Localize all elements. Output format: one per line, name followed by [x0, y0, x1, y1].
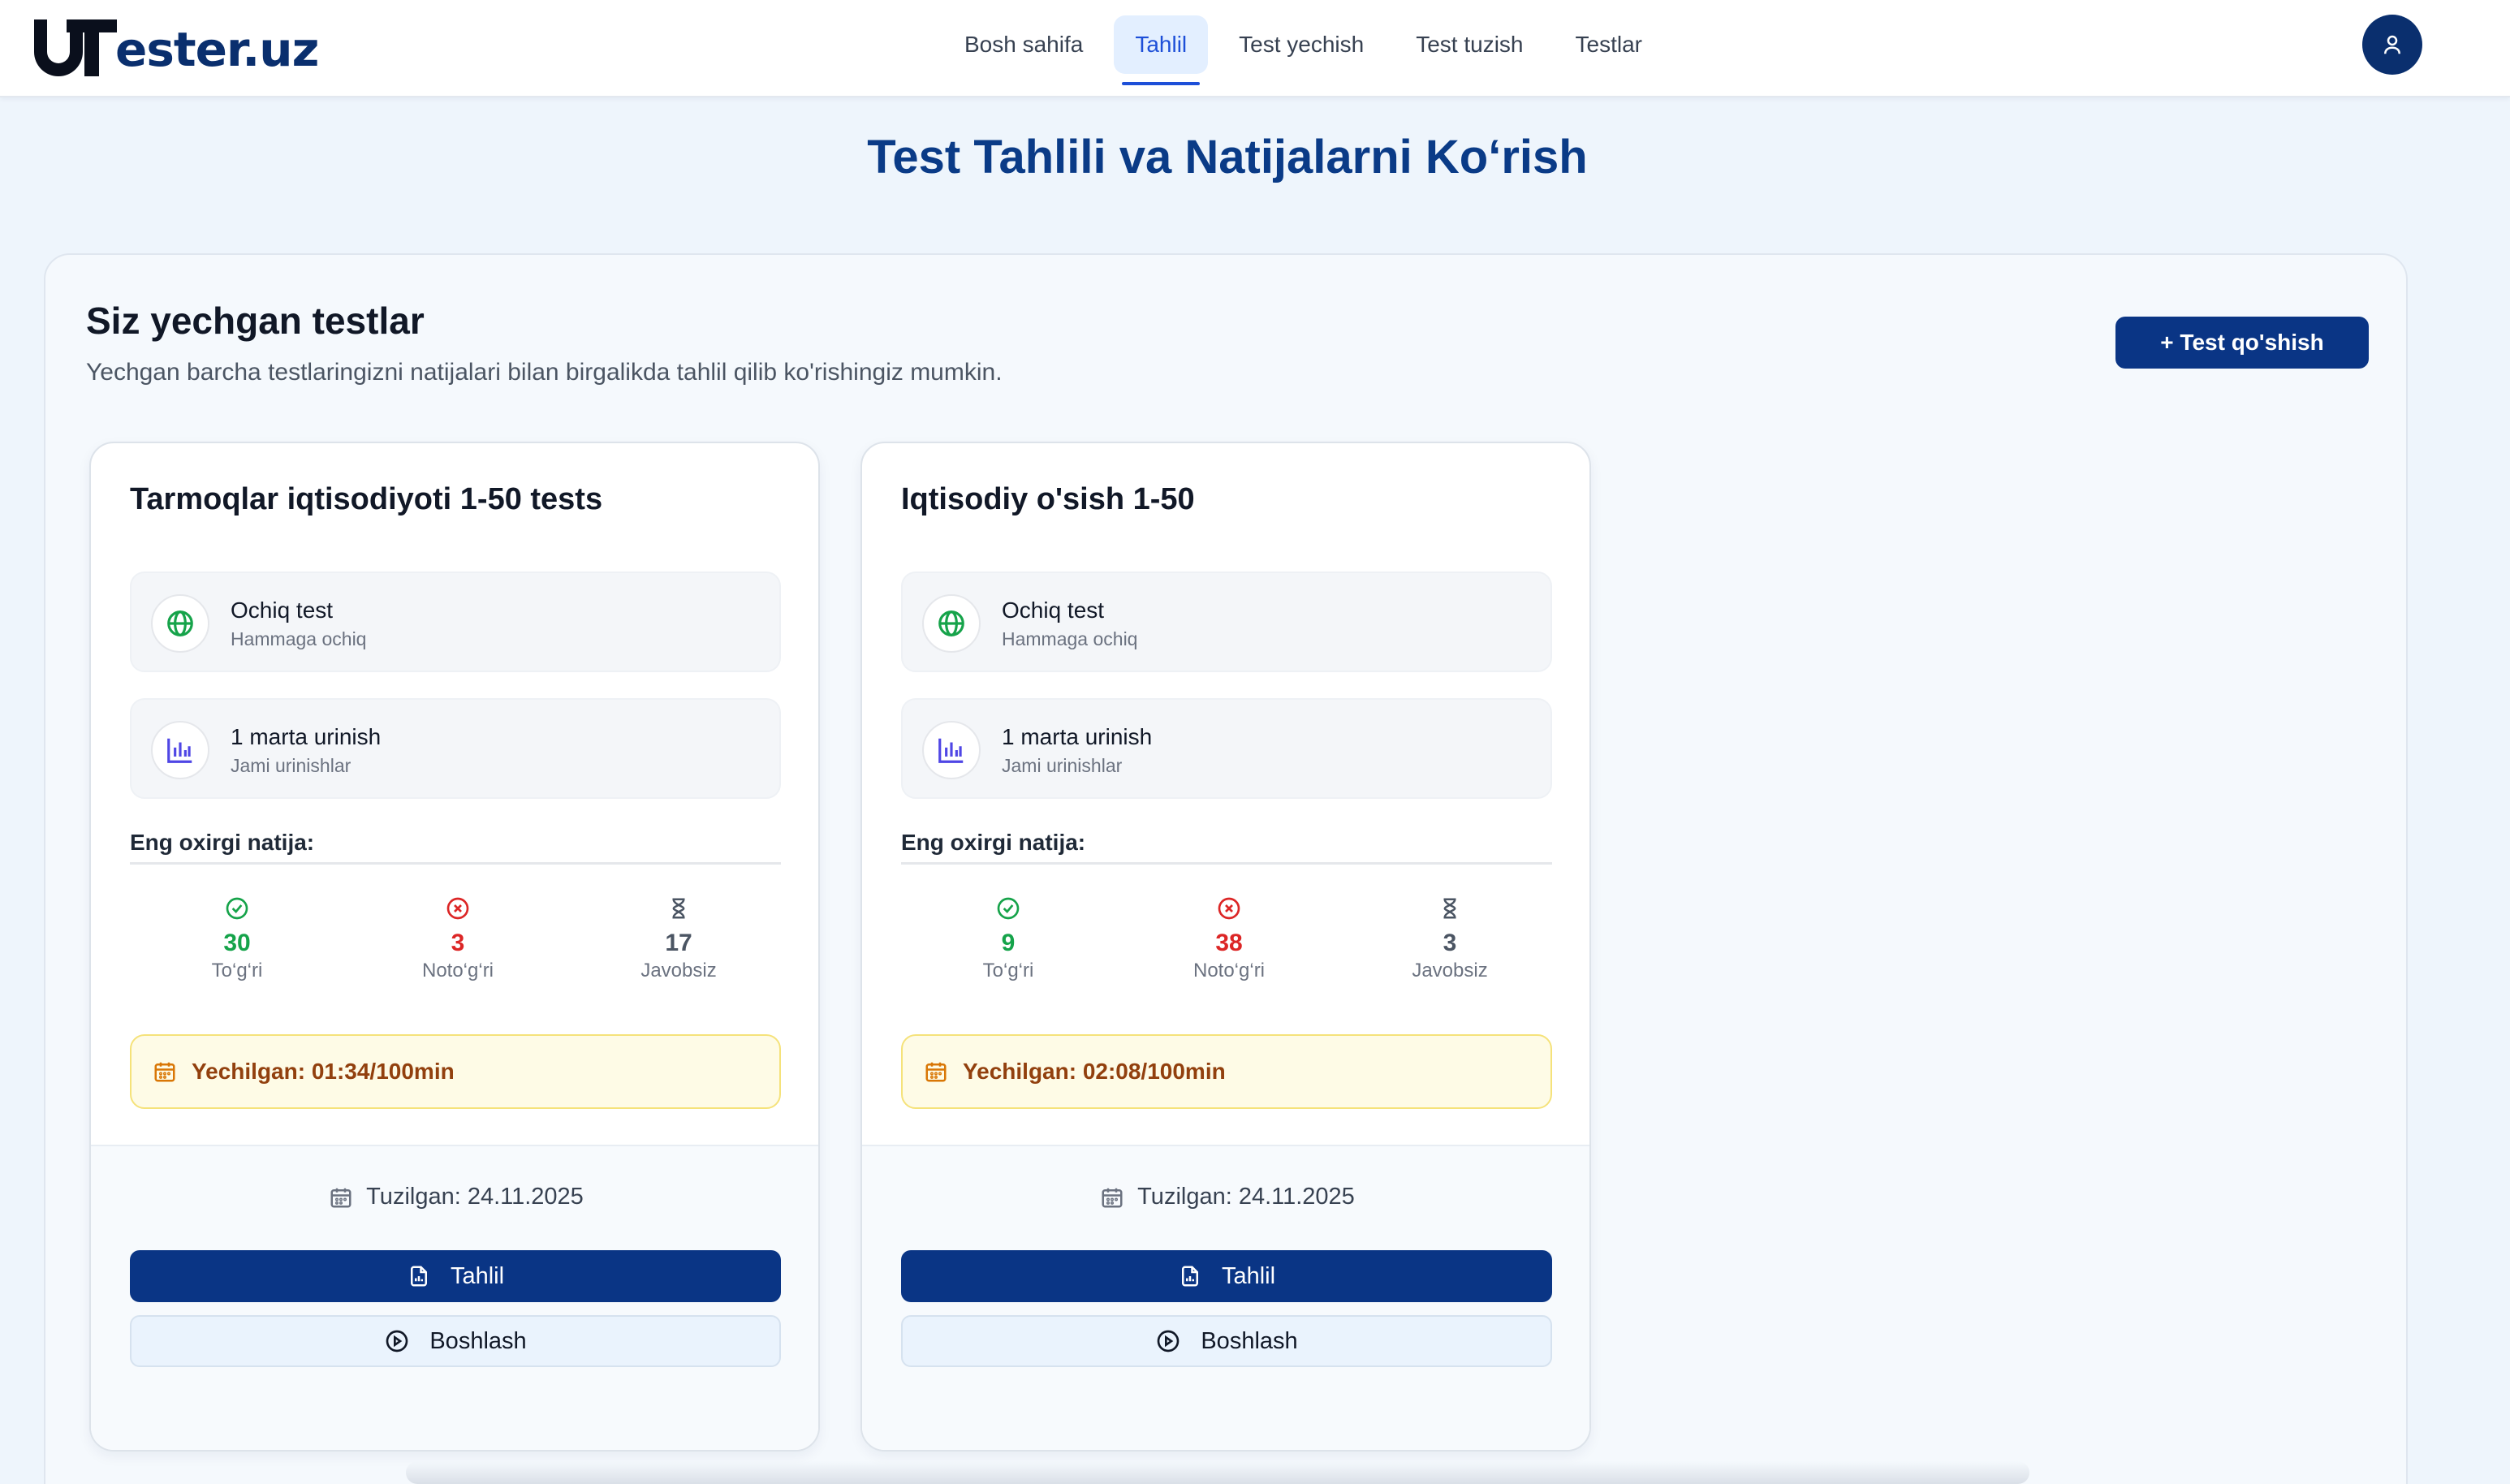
created-date-text: Tuzilgan: 24.11.2025 [366, 1184, 584, 1210]
file-chart-icon [410, 1266, 427, 1287]
analyze-button-label: Tahlil [1221, 1262, 1276, 1289]
wrong-count: 38 [1215, 930, 1243, 956]
wrong-count: 3 [451, 930, 465, 956]
test-card-title: Tarmoqlar iqtisodiyoti 1-50 tests [130, 482, 603, 516]
scroll-shadow [406, 1461, 2029, 1484]
access-sub: Hammaga ochiq [1002, 628, 1138, 649]
section-subtitle: Yechgan barcha testlaringizni natijalari… [86, 359, 1003, 386]
start-button[interactable]: Boshlash [901, 1315, 1552, 1367]
calendar-icon [154, 1062, 175, 1082]
play-circle-icon [386, 1330, 408, 1352]
access-info: Ochiq test Hammaga ochiq [130, 572, 781, 672]
solved-time-text: Yechilgan: 02:08/100min [963, 1059, 1226, 1084]
last-result-label: Eng oxirgi natija: [130, 830, 315, 855]
section-title: Siz yechgan testlar [86, 300, 425, 342]
card-footer: Tuzilgan: 24.11.2025 Tahlil Boshlash [91, 1145, 818, 1450]
attempts-main: 1 marta urinish [1002, 724, 1153, 749]
nav-item-tahlil[interactable]: Tahlil [1114, 15, 1209, 85]
start-button[interactable]: Boshlash [130, 1315, 781, 1367]
unanswered-stat: 3 Javobsiz [1361, 893, 1539, 982]
created-date-text: Tuzilgan: 24.11.2025 [1137, 1184, 1355, 1210]
nav-item-test-tuzish[interactable]: Test tuzish [1395, 15, 1544, 74]
wrong-label: Noto‘g‘ri [421, 960, 494, 981]
unanswered-count: 17 [665, 930, 692, 956]
x-circle-icon [1218, 897, 1240, 920]
logo-mark-icon [34, 19, 117, 76]
start-button-label: Boshlash [1201, 1327, 1298, 1354]
last-result-label: Eng oxirgi natija: [901, 830, 1086, 855]
x-circle-icon [446, 897, 469, 920]
hourglass-icon [1443, 898, 1456, 919]
access-sub: Hammaga ochiq [231, 628, 367, 649]
analyze-button[interactable]: Tahlil [901, 1250, 1552, 1302]
start-button-label: Boshlash [429, 1327, 527, 1354]
access-main: Ochiq test [231, 597, 334, 623]
divider [901, 862, 1552, 865]
top-navbar: ester.uz Bosh sahifa Tahlil Test yechish… [0, 0, 2510, 97]
calendar-icon [330, 1188, 351, 1207]
created-date: Tuzilgan: 24.11.2025 [91, 1184, 818, 1210]
correct-stat: 30 To‘g‘ri [148, 893, 326, 982]
test-card-title: Iqtisodiy o'sish 1-50 [901, 482, 1195, 516]
nav-item-testlar[interactable]: Testlar [1555, 15, 1663, 74]
file-chart-icon [1181, 1266, 1198, 1287]
test-card: Iqtisodiy o'sish 1-50 Ochiq test Hammaga… [860, 442, 1591, 1452]
globe-icon [151, 594, 209, 653]
attempts-main: 1 marta urinish [231, 724, 382, 749]
solved-time-box: Yechilgan: 01:34/100min [130, 1034, 781, 1109]
user-icon [2384, 35, 2400, 54]
divider [130, 862, 781, 865]
check-circle-icon [226, 897, 248, 920]
correct-label: To‘g‘ri [982, 960, 1034, 981]
unanswered-label: Javobsiz [1412, 960, 1488, 981]
tests-panel: Siz yechgan testlar Yechgan barcha testl… [44, 253, 2408, 1484]
correct-stat: 9 To‘g‘ri [919, 893, 1098, 982]
nav-item-test-yechish[interactable]: Test yechish [1218, 15, 1385, 74]
unanswered-label: Javobsiz [640, 960, 717, 981]
attempts-info: 1 marta urinish Jami urinishlar [901, 698, 1552, 799]
calendar-icon [925, 1062, 947, 1082]
correct-count: 9 [1001, 930, 1016, 956]
unanswered-count: 3 [1443, 930, 1457, 956]
add-test-button[interactable]: + Test qo'shish [2115, 317, 2369, 369]
test-card: Tarmoqlar iqtisodiyoti 1-50 tests Ochiq … [89, 442, 820, 1452]
globe-icon [922, 594, 981, 653]
wrong-stat: 38 Noto‘g‘ri [1140, 893, 1318, 982]
analyze-button-label: Tahlil [450, 1262, 505, 1289]
wrong-stat: 3 Noto‘g‘ri [369, 893, 547, 982]
main-nav: Bosh sahifa Tahlil Test yechish Test tuz… [943, 10, 1663, 85]
solved-time-text: Yechilgan: 01:34/100min [192, 1059, 455, 1084]
attempts-sub: Jami urinishlar [1002, 755, 1123, 776]
access-main: Ochiq test [1002, 597, 1105, 623]
user-avatar-button[interactable] [2362, 15, 2422, 75]
created-date: Tuzilgan: 24.11.2025 [862, 1184, 1589, 1210]
analyze-button[interactable]: Tahlil [130, 1250, 781, 1302]
correct-count: 30 [223, 930, 251, 956]
correct-label: To‘g‘ri [211, 960, 263, 981]
solved-time-box: Yechilgan: 02:08/100min [901, 1034, 1552, 1109]
unanswered-stat: 17 Javobsiz [589, 893, 768, 982]
site-logo[interactable]: ester.uz [31, 15, 319, 77]
calendar-icon [1102, 1188, 1123, 1207]
bar-chart-icon [922, 721, 981, 779]
attempts-sub: Jami urinishlar [231, 755, 351, 776]
page-title: Test Tahlili va Natijalarni Ko‘rish [867, 131, 1588, 183]
access-info: Ochiq test Hammaga ochiq [901, 572, 1552, 672]
play-circle-icon [1158, 1330, 1180, 1352]
card-footer: Tuzilgan: 24.11.2025 Tahlil Boshlash [862, 1145, 1589, 1450]
nav-item-home[interactable]: Bosh sahifa [943, 15, 1104, 74]
bar-chart-icon [151, 721, 209, 779]
attempts-info: 1 marta urinish Jami urinishlar [130, 698, 781, 799]
check-circle-icon [997, 897, 1020, 920]
logo-text: ester.uz [115, 22, 319, 77]
wrong-label: Noto‘g‘ri [1192, 960, 1266, 981]
hourglass-icon [672, 898, 685, 919]
